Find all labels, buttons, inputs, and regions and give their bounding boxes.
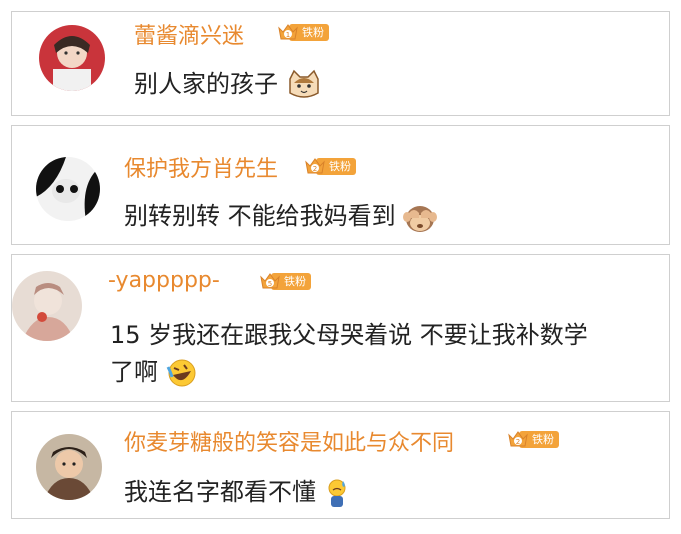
comment-text-line: 了啊 (110, 352, 198, 389)
comment-text-content: 别人家的孩子 (134, 70, 278, 98)
crown-icon: 5 (260, 273, 280, 289)
fan-badge: 1 铁粉 (277, 23, 329, 41)
comment-card: 蕾酱滴兴迷 1 铁粉 别人家的孩子 (11, 11, 670, 116)
svg-text:2: 2 (516, 438, 520, 446)
fan-badge: 5 铁粉 (259, 272, 311, 290)
svg-text:5: 5 (268, 280, 272, 288)
cat-face-emoji (288, 69, 319, 98)
comment-card: -yappppp- 5 铁粉 15 岁我还在跟我父母哭着说 不要让我补数学 了啊 (11, 254, 670, 402)
avatar[interactable] (36, 434, 102, 500)
comment-card: 保护我方肖先生 2 铁粉 别转别转 不能给我妈看到 (11, 125, 670, 245)
rolling-laughing-emoji (166, 359, 196, 387)
see-no-evil-monkey-emoji (403, 206, 438, 232)
avatar[interactable] (12, 271, 82, 341)
username[interactable]: 你麦芽糖般的笑容是如此与众不同 (124, 425, 454, 457)
svg-text:1: 1 (286, 31, 290, 39)
fan-badge: 2 铁粉 (304, 157, 356, 175)
svg-text:2: 2 (313, 165, 317, 173)
comment-text-content: 了啊 (110, 358, 158, 386)
comment-text: 别转别转 不能给我妈看到 (124, 196, 438, 233)
username[interactable]: 蕾酱滴兴迷 (134, 18, 244, 50)
crown-icon: 1 (278, 24, 298, 40)
crown-icon: 2 (305, 158, 325, 174)
comment-text-content: 别转别转 不能给我妈看到 (124, 202, 396, 230)
username[interactable]: 保护我方肖先生 (124, 151, 278, 183)
fan-badge: 2 铁粉 (507, 430, 559, 448)
comment-text: 我连名字都看不懂 (124, 472, 350, 509)
comment-card: 你麦芽糖般的笑容是如此与众不同 2 铁粉 我连名字都看不懂 (11, 411, 670, 519)
avatar[interactable] (36, 157, 100, 221)
avatar[interactable] (39, 25, 105, 91)
comment-text-line: 15 岁我还在跟我父母哭着说 不要让我补数学 (110, 321, 588, 349)
username[interactable]: -yappppp- (108, 268, 220, 293)
sweat-emoji (328, 479, 346, 507)
comment-text: 别人家的孩子 (134, 64, 322, 101)
comment-text-content: 我连名字都看不懂 (124, 478, 316, 506)
crown-icon: 2 (508, 431, 528, 447)
